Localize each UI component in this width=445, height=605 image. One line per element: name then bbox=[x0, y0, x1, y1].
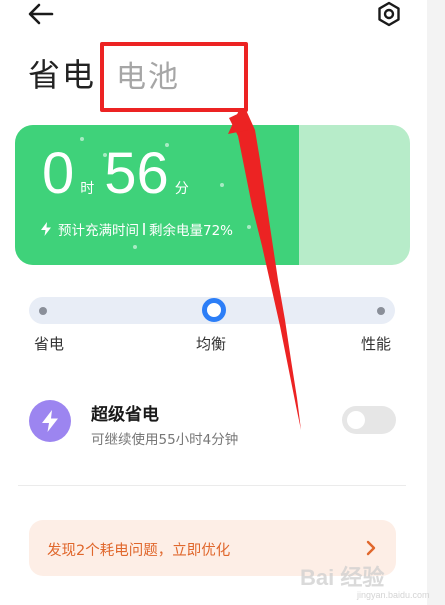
remaining-charge-label: 剩余电量72% bbox=[149, 223, 234, 239]
battery-settings-page: 省电 电池 0 时 56 分 预计充满时间 剩余电量72% 省电 均衡 性能 超… bbox=[0, 0, 427, 605]
arrow-left-icon bbox=[28, 3, 54, 25]
section-divider bbox=[18, 485, 406, 486]
gear-icon bbox=[378, 1, 400, 27]
sparkle-dot bbox=[133, 245, 137, 249]
mode-label-performance[interactable]: 性能 bbox=[361, 333, 391, 354]
back-button[interactable] bbox=[28, 2, 54, 26]
toggle-knob bbox=[347, 411, 365, 429]
mode-stop-performance[interactable] bbox=[377, 307, 385, 315]
chevron-right-icon bbox=[366, 540, 376, 556]
separator bbox=[143, 223, 145, 235]
charge-time-label: 预计充满时间 bbox=[58, 223, 139, 239]
lightning-icon bbox=[41, 222, 51, 236]
charge-info-row: 预计充满时间 剩余电量72% bbox=[40, 219, 233, 239]
minutes-unit: 分 bbox=[174, 181, 189, 197]
sparkle-dot bbox=[220, 183, 224, 187]
annotation-highlight-box bbox=[100, 42, 248, 112]
performance-mode-slider[interactable] bbox=[29, 297, 395, 324]
super-saving-title: 超级省电 bbox=[91, 405, 159, 425]
scrollbar-track[interactable] bbox=[427, 0, 445, 605]
battery-status-card: 0 时 56 分 预计充满时间 剩余电量72% bbox=[15, 125, 410, 265]
lightning-icon bbox=[42, 410, 58, 432]
power-issue-text: 发现2个耗电问题，立即优化 bbox=[47, 543, 231, 559]
sparkle-dot bbox=[247, 225, 251, 229]
sparkle-dot bbox=[80, 137, 84, 141]
minutes-value: 56 bbox=[104, 141, 169, 206]
tab-power-saving[interactable]: 省电 bbox=[28, 50, 96, 96]
watermark-url: jingyan.baidu.com bbox=[357, 590, 430, 600]
hours-value: 0 bbox=[42, 141, 75, 206]
mode-label-balanced[interactable]: 均衡 bbox=[196, 333, 226, 354]
mode-label-saving[interactable]: 省电 bbox=[34, 333, 64, 354]
charge-time-readout: 0 时 56 分 bbox=[42, 145, 199, 203]
super-saving-toggle[interactable] bbox=[342, 406, 396, 434]
super-saving-description: 可继续使用55小时4分钟 bbox=[91, 432, 239, 448]
mode-stop-saving[interactable] bbox=[39, 307, 47, 315]
watermark-text: Bai 经验 bbox=[300, 565, 385, 590]
super-saving-icon-badge bbox=[29, 400, 71, 442]
mode-slider-knob[interactable] bbox=[202, 298, 226, 322]
settings-button[interactable] bbox=[376, 1, 402, 27]
hours-unit: 时 bbox=[80, 181, 95, 197]
